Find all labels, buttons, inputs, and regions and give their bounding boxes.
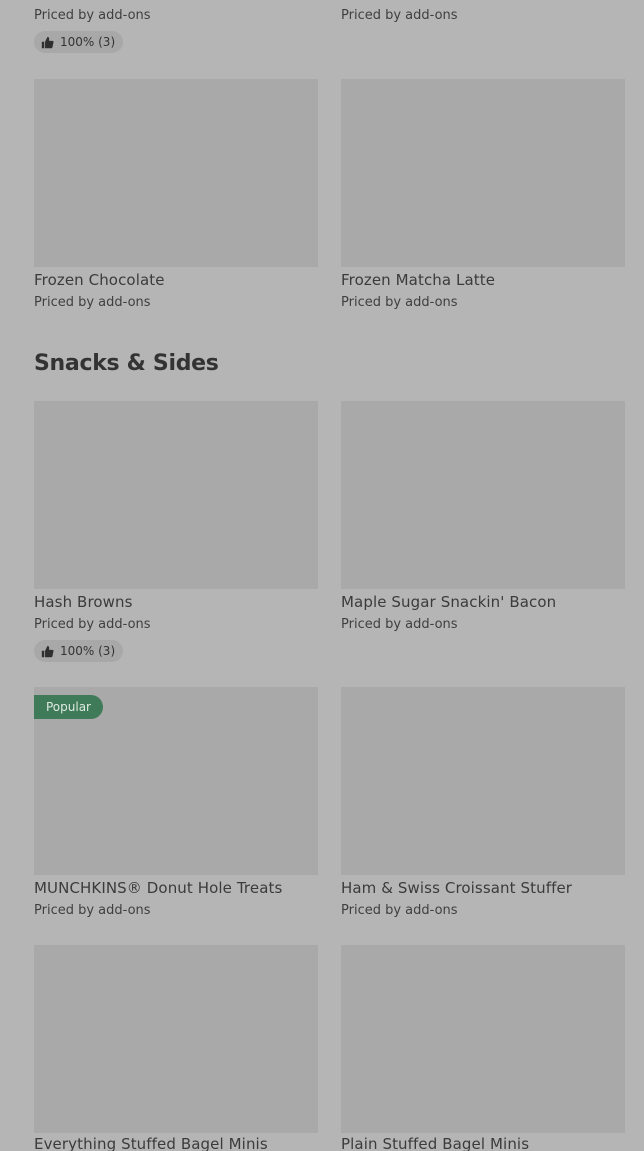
item-name: Ham & Swiss Croissant Stuffer: [341, 879, 573, 897]
item-name: Frozen Chocolate: [34, 271, 165, 289]
item-price: Priced by add-ons: [341, 8, 458, 23]
menu-item-card[interactable]: Plain Stuffed Bagel Minis: [341, 945, 625, 1151]
item-price: Priced by add-ons: [341, 903, 458, 918]
item-name: MUNCHKINS® Donut Hole Treats: [34, 879, 283, 897]
menu-item-card[interactable]: Priced by add-ons 100% (3): [34, 0, 318, 60]
menu-item-card[interactable]: Frozen Matcha Latte Priced by add-ons: [341, 79, 625, 319]
thumbs-up-icon: [41, 36, 54, 48]
menu-item-card[interactable]: Hash Browns Priced by add-ons 100% (3): [34, 401, 318, 666]
popular-badge: Popular: [34, 695, 103, 719]
item-image: [341, 401, 625, 589]
item-price: Priced by add-ons: [34, 8, 151, 23]
rating-pill: 100% (3): [34, 640, 124, 662]
menu-item-card[interactable]: Popular MUNCHKINS® Donut Hole Treats Pri…: [34, 687, 318, 927]
item-name: Maple Sugar Snackin' Bacon: [341, 593, 557, 611]
menu-item-card[interactable]: Ham & Swiss Croissant Stuffer Priced by …: [341, 687, 625, 927]
item-price: Priced by add-ons: [34, 617, 151, 632]
rating-text: 100% (3): [60, 644, 116, 658]
item-price: Priced by add-ons: [341, 617, 458, 632]
thumbs-up-icon: [41, 645, 54, 657]
menu-item-card[interactable]: Everything Stuffed Bagel Minis: [34, 945, 318, 1151]
item-name: Frozen Matcha Latte: [341, 271, 496, 289]
item-image: [34, 79, 318, 267]
item-image: [341, 945, 625, 1133]
section-title: Snacks & Sides: [34, 351, 219, 376]
item-name: Everything Stuffed Bagel Minis: [34, 1135, 268, 1151]
item-image: [34, 945, 318, 1133]
menu-item-card[interactable]: Maple Sugar Snackin' Bacon Priced by add…: [341, 401, 625, 641]
item-price: Priced by add-ons: [34, 903, 151, 918]
item-name: Hash Browns: [34, 593, 133, 611]
item-price: Priced by add-ons: [341, 295, 458, 310]
menu-page: Priced by add-ons 100% (3) Priced by add…: [0, 0, 644, 1151]
item-image: [34, 401, 318, 589]
menu-item-card[interactable]: Priced by add-ons: [341, 0, 625, 30]
item-image: [341, 79, 625, 267]
rating-pill: 100% (3): [34, 31, 124, 53]
item-image: [341, 687, 625, 875]
item-price: Priced by add-ons: [34, 295, 151, 310]
item-name: Plain Stuffed Bagel Minis: [341, 1135, 530, 1151]
rating-text: 100% (3): [60, 35, 116, 49]
menu-item-card[interactable]: Frozen Chocolate Priced by add-ons: [34, 79, 318, 319]
